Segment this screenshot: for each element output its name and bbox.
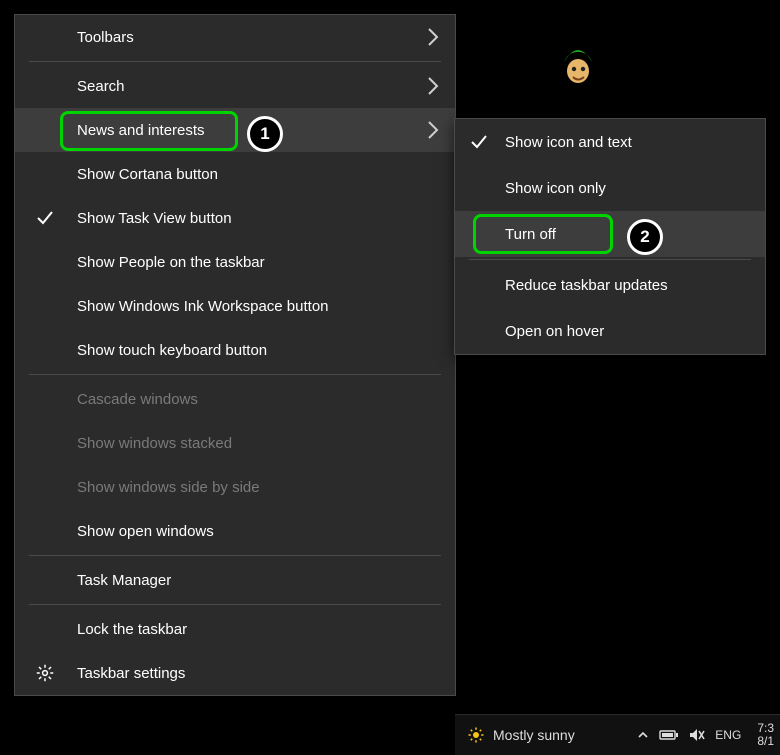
- menu-item-show-open-windows[interactable]: Show open windows: [15, 509, 455, 553]
- gear-icon: [36, 664, 54, 682]
- annotation-badge-2: 2: [627, 219, 663, 255]
- checkmark-icon: [36, 209, 54, 227]
- menu-item-lock-the-taskbar[interactable]: Lock the taskbar: [15, 607, 455, 651]
- tray-chevron-up-icon[interactable]: [637, 729, 649, 741]
- menu-item-show-ink-workspace[interactable]: Show Windows Ink Workspace button: [15, 284, 455, 328]
- menu-item-label: Task Manager: [77, 572, 171, 589]
- menu-item-label: Show windows side by side: [77, 479, 260, 496]
- submenu-item-show-icon-only[interactable]: Show icon only: [455, 165, 765, 211]
- menu-item-search[interactable]: Search: [15, 64, 455, 108]
- menu-item-show-windows-stacked: Show windows stacked: [15, 421, 455, 465]
- submenu-item-open-on-hover[interactable]: Open on hover: [455, 308, 765, 354]
- menu-separator: [29, 61, 441, 62]
- news-and-interests-submenu: Show icon and text Show icon only Turn o…: [454, 118, 766, 355]
- menu-item-label: Show touch keyboard button: [77, 342, 267, 359]
- menu-item-taskbar-settings[interactable]: Taskbar settings: [15, 651, 455, 695]
- submenu-item-show-icon-and-text[interactable]: Show icon and text: [455, 119, 765, 165]
- chevron-right-icon: [427, 76, 439, 96]
- menu-item-label: Search: [77, 78, 125, 95]
- chevron-right-icon: [427, 27, 439, 47]
- menu-item-show-cortana-button[interactable]: Show Cortana button: [15, 152, 455, 196]
- menu-item-show-touch-keyboard[interactable]: Show touch keyboard button: [15, 328, 455, 372]
- menu-item-label: Show Task View button: [77, 210, 232, 227]
- chevron-right-icon: [427, 120, 439, 140]
- menu-item-label: News and interests: [77, 122, 205, 139]
- menu-separator: [29, 555, 441, 556]
- menu-item-label: Show Cortana button: [77, 166, 218, 183]
- avatar-icon: [560, 42, 596, 86]
- menu-item-news-and-interests[interactable]: News and interests 1: [15, 108, 455, 152]
- menu-item-show-people[interactable]: Show People on the taskbar: [15, 240, 455, 284]
- volume-icon[interactable]: [689, 728, 705, 742]
- menu-item-label: Show Windows Ink Workspace button: [77, 298, 329, 315]
- menu-separator: [469, 259, 751, 260]
- system-tray: ENG 7:3 8/1: [637, 722, 780, 747]
- menu-item-show-task-view-button[interactable]: Show Task View button: [15, 196, 455, 240]
- menu-item-label: Taskbar settings: [77, 665, 185, 682]
- clock-date: 8/1: [757, 735, 774, 748]
- submenu-item-label: Reduce taskbar updates: [505, 277, 668, 294]
- submenu-item-reduce-taskbar-updates[interactable]: Reduce taskbar updates: [455, 262, 765, 308]
- taskbar: Mostly sunny ENG 7:3 8/1: [455, 714, 780, 755]
- taskbar-weather[interactable]: Mostly sunny: [455, 726, 587, 744]
- menu-item-label: Show open windows: [77, 523, 214, 540]
- menu-item-label: Toolbars: [77, 29, 134, 46]
- taskbar-context-menu: Toolbars Search News and interests 1 Sho…: [14, 14, 456, 696]
- menu-item-label: Lock the taskbar: [77, 621, 187, 638]
- battery-icon[interactable]: [659, 729, 679, 741]
- menu-item-label: Show windows stacked: [77, 435, 232, 452]
- submenu-item-label: Show icon only: [505, 180, 606, 197]
- menu-item-toolbars[interactable]: Toolbars: [15, 15, 455, 59]
- menu-item-label: Cascade windows: [77, 391, 198, 408]
- submenu-item-turn-off[interactable]: Turn off 2: [455, 211, 765, 257]
- language-indicator[interactable]: ENG: [715, 728, 741, 742]
- weather-text: Mostly sunny: [493, 727, 575, 743]
- menu-separator: [29, 374, 441, 375]
- checkmark-icon: [470, 133, 488, 151]
- menu-item-show-windows-side-by-side: Show windows side by side: [15, 465, 455, 509]
- submenu-item-label: Show icon and text: [505, 134, 632, 151]
- menu-item-task-manager[interactable]: Task Manager: [15, 558, 455, 602]
- taskbar-clock[interactable]: 7:3 8/1: [751, 722, 774, 747]
- annotation-badge-1: 1: [247, 116, 283, 152]
- submenu-item-label: Turn off: [505, 226, 556, 243]
- menu-item-cascade-windows: Cascade windows: [15, 377, 455, 421]
- menu-item-label: Show People on the taskbar: [77, 254, 265, 271]
- desktop-avatar: [560, 42, 596, 86]
- sun-icon: [467, 726, 485, 744]
- menu-separator: [29, 604, 441, 605]
- submenu-item-label: Open on hover: [505, 323, 604, 340]
